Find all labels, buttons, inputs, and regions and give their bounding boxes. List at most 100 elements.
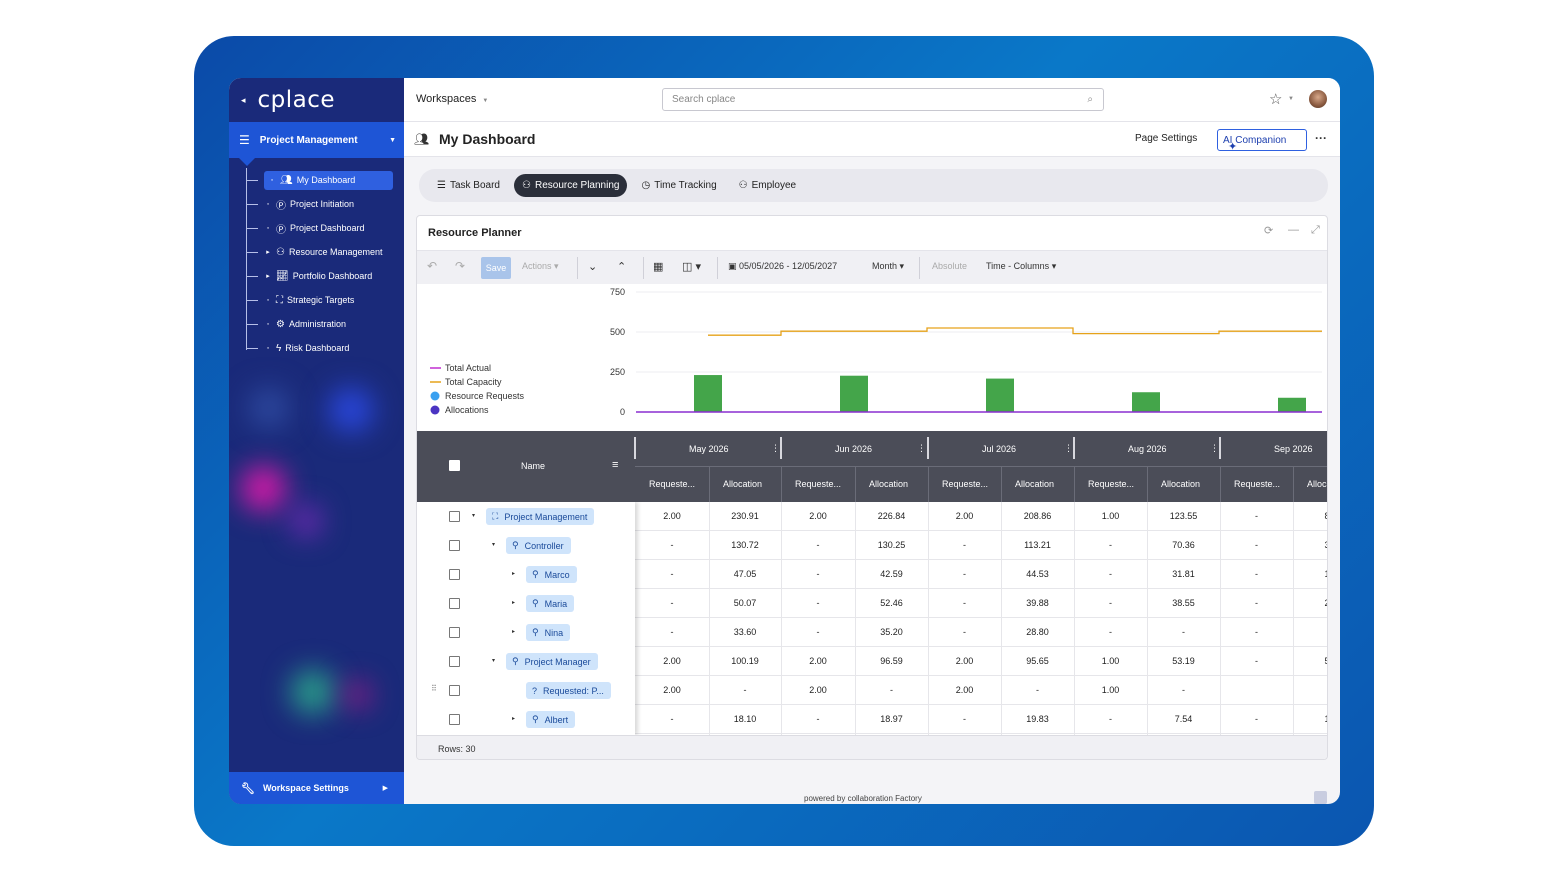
grid-cell[interactable]: - bbox=[635, 540, 709, 550]
grid-cell[interactable]: - bbox=[1074, 540, 1147, 550]
grid-cell[interactable]: 1.00 bbox=[1074, 511, 1147, 521]
month-separator[interactable] bbox=[927, 437, 929, 459]
month-header[interactable]: Jul 2026 bbox=[982, 444, 1016, 454]
column-options-icon[interactable]: ⋮ bbox=[771, 443, 780, 454]
sidebar-item-my-dashboard[interactable]: ◦ 👥︎ My Dashboard bbox=[246, 169, 394, 191]
grid-cell[interactable]: 123.55 bbox=[1147, 511, 1220, 521]
sidebar-item-risk-dashboard[interactable]: ◦ ϟ Risk Dashboard bbox=[246, 337, 349, 359]
favorite-star-icon[interactable]: ☆ bbox=[1269, 90, 1282, 108]
select-all-checkbox[interactable] bbox=[449, 460, 460, 471]
grid-cell[interactable]: 53.19 bbox=[1147, 656, 1220, 666]
more-options-icon[interactable]: ··· bbox=[1315, 131, 1327, 145]
grid-cell[interactable]: - bbox=[1220, 569, 1293, 579]
column-options-icon[interactable]: ⋮ bbox=[1210, 443, 1219, 454]
grid-cell[interactable]: 2.00 bbox=[928, 511, 1001, 521]
month-separator[interactable] bbox=[1219, 437, 1221, 459]
sidebar-item-administration[interactable]: ◦ ⚙ Administration bbox=[246, 313, 346, 335]
month-header[interactable]: Aug 2026 bbox=[1128, 444, 1167, 454]
grid-cell[interactable]: 18.97 bbox=[855, 714, 928, 724]
collapse-row-icon[interactable]: ▾ bbox=[492, 657, 495, 664]
grid-cell[interactable]: - bbox=[1074, 627, 1147, 637]
legend-label[interactable]: Allocations bbox=[445, 405, 489, 415]
row-checkbox[interactable] bbox=[449, 685, 460, 696]
grid-cell[interactable]: - bbox=[635, 569, 709, 579]
row-checkbox[interactable] bbox=[449, 656, 460, 667]
month-separator[interactable] bbox=[634, 437, 636, 459]
expand-row-icon[interactable]: ▸ bbox=[512, 715, 515, 722]
scroll-top-button[interactable] bbox=[1314, 791, 1327, 804]
grid-cell[interactable]: 130.72 bbox=[709, 540, 781, 550]
sub-column-header[interactable]: Requeste... bbox=[649, 479, 695, 489]
grid-cell[interactable]: 35.20 bbox=[855, 627, 928, 637]
grid-cell[interactable]: - bbox=[1220, 511, 1293, 521]
grid-cell[interactable]: - bbox=[928, 540, 1001, 550]
sidebar-item-project-initiation[interactable]: ◦ Ⓟ Project Initiation bbox=[246, 193, 354, 215]
collapse-row-icon[interactable]: ▾ bbox=[492, 541, 495, 548]
grid-cell[interactable]: 52.46 bbox=[855, 598, 928, 608]
grid-cell[interactable]: - bbox=[781, 714, 855, 724]
workspace-settings-button[interactable]: 🔧︎ Workspace Settings ▶ bbox=[229, 772, 404, 804]
grid-cell[interactable]: 44.53 bbox=[1001, 569, 1074, 579]
grid-cell[interactable]: - bbox=[1147, 685, 1220, 695]
column-options-icon[interactable]: ⋮ bbox=[917, 443, 926, 454]
sub-column-header[interactable]: Requeste... bbox=[1234, 479, 1280, 489]
grid-cell[interactable]: - bbox=[1220, 714, 1293, 724]
allocation-bar[interactable] bbox=[1132, 392, 1160, 412]
month-separator[interactable] bbox=[780, 437, 782, 459]
grid-cell[interactable]: - bbox=[1220, 627, 1293, 637]
grid-cell[interactable]: - bbox=[1220, 540, 1293, 550]
row-name-chip[interactable]: ? Requested: P... bbox=[526, 682, 611, 699]
row-name-chip[interactable]: ⚲ Nina bbox=[526, 624, 571, 641]
grid-cell[interactable]: 2.00 bbox=[781, 511, 855, 521]
row-name-chip[interactable]: ⚲ Project Manager bbox=[506, 653, 598, 670]
collapse-row-icon[interactable]: ▾ bbox=[472, 512, 475, 519]
grid-cell[interactable]: - bbox=[781, 598, 855, 608]
legend-label[interactable]: Total Capacity bbox=[445, 377, 502, 387]
grid-cell[interactable]: - bbox=[1220, 598, 1293, 608]
grid-cell[interactable]: 100.19 bbox=[709, 656, 781, 666]
grid-cell[interactable]: - bbox=[781, 540, 855, 550]
grid-cell[interactable]: 28.80 bbox=[1001, 627, 1074, 637]
grid-cell[interactable]: 7.54 bbox=[1147, 714, 1220, 724]
grid-cell[interactable]: - bbox=[1074, 714, 1147, 724]
grid-cell[interactable]: - bbox=[1001, 685, 1074, 695]
sub-column-header[interactable]: Requeste... bbox=[942, 479, 988, 489]
grid-cell[interactable]: - bbox=[1074, 598, 1147, 608]
ai-companion-button[interactable]: ✦ AI Companion bbox=[1217, 129, 1307, 153]
grid-cell[interactable]: - bbox=[855, 685, 928, 695]
sidebar-item-project-dashboard[interactable]: ◦ Ⓟ Project Dashboard bbox=[246, 217, 365, 239]
grid-cell[interactable]: - bbox=[781, 627, 855, 637]
row-name-chip[interactable]: ⚲ Controller bbox=[506, 537, 571, 554]
save-button[interactable]: Save bbox=[481, 257, 511, 279]
page-settings-button[interactable]: Page Settings bbox=[1135, 133, 1197, 144]
absolute-toggle[interactable]: Absolute bbox=[932, 261, 967, 271]
sub-column-header[interactable]: Allocation bbox=[869, 479, 908, 489]
grid-cell[interactable]: 2.00 bbox=[781, 685, 855, 695]
grid-cell[interactable]: 23 bbox=[1293, 598, 1327, 608]
sub-column-header[interactable]: Requeste... bbox=[795, 479, 841, 489]
grid-cell[interactable]: 96.59 bbox=[855, 656, 928, 666]
row-checkbox[interactable] bbox=[449, 598, 460, 609]
workspaces-dropdown[interactable]: Workspaces ▼ bbox=[416, 93, 488, 105]
sub-column-header[interactable]: Allocation bbox=[723, 479, 762, 489]
grid-cell[interactable]: 17 bbox=[1293, 714, 1327, 724]
workspace-section-project-management[interactable]: ☰ Project Management ▼ bbox=[229, 122, 404, 158]
row-name-chip[interactable]: ⛶ Project Management bbox=[486, 508, 595, 525]
search-input[interactable]: Search cplace ⌕ bbox=[662, 88, 1104, 111]
grid-cell[interactable]: 95.65 bbox=[1001, 656, 1074, 666]
legend-label[interactable]: Total Actual bbox=[445, 363, 491, 373]
grid-cell[interactable]: 47.05 bbox=[709, 569, 781, 579]
grid-cell[interactable]: 10 bbox=[1293, 569, 1327, 579]
grid-cell[interactable]: - bbox=[1147, 627, 1220, 637]
grid-cell[interactable]: - bbox=[1220, 656, 1293, 666]
grid-cell[interactable]: 2.00 bbox=[928, 685, 1001, 695]
redo-icon[interactable]: ↷ bbox=[455, 259, 465, 273]
drag-handle-icon[interactable]: ⠿ bbox=[431, 684, 437, 693]
grid-cell[interactable]: 50.07 bbox=[709, 598, 781, 608]
grid-cell[interactable]: 2.00 bbox=[781, 656, 855, 666]
month-header[interactable]: Jun 2026 bbox=[835, 444, 872, 454]
chevron-down-icon[interactable]: ▼ bbox=[1288, 96, 1294, 102]
grid-cell[interactable]: - bbox=[928, 598, 1001, 608]
grid-cell[interactable]: 1.00 bbox=[1074, 685, 1147, 695]
grid-cell[interactable]: 38.55 bbox=[1147, 598, 1220, 608]
